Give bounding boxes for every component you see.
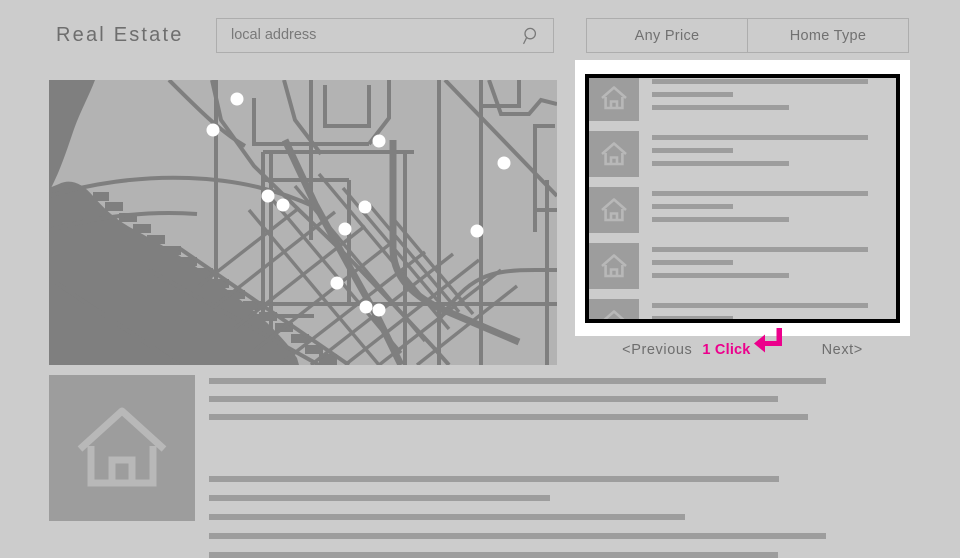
placeholder-bar — [652, 204, 733, 209]
map-marker[interactable] — [359, 300, 373, 314]
placeholder-bar — [652, 79, 868, 84]
return-arrow-icon — [752, 327, 786, 361]
placeholder-bar — [209, 476, 779, 482]
map-marker[interactable] — [470, 224, 484, 238]
placeholder-bar — [652, 260, 733, 265]
one-click-label: 1 Click — [702, 342, 751, 358]
house-icon — [603, 310, 625, 319]
listing-thumbnail — [589, 187, 639, 233]
previous-page-button[interactable]: <Previous — [622, 342, 692, 358]
placeholder-bar — [209, 414, 808, 420]
map-marker[interactable] — [358, 200, 372, 214]
filter-group: Any Price Home Type — [586, 18, 909, 53]
listing-thumbnail — [589, 78, 639, 121]
listing-text-placeholder — [652, 79, 892, 118]
listing-thumbnail — [589, 243, 639, 289]
placeholder-bar — [652, 316, 733, 319]
placeholder-bar — [652, 135, 868, 140]
next-page-button[interactable]: Next> — [822, 342, 863, 358]
listing-text-placeholder — [652, 247, 892, 286]
table-row[interactable] — [589, 299, 896, 319]
filter-home-type[interactable]: Home Type — [747, 18, 909, 53]
house-icon — [77, 407, 167, 487]
placeholder-bar — [209, 533, 826, 539]
listing-text-placeholder — [652, 135, 892, 174]
map-marker[interactable] — [330, 276, 344, 290]
placeholder-bar — [652, 161, 789, 166]
map-marker[interactable] — [261, 189, 275, 203]
placeholder-bar — [652, 92, 733, 97]
search-input[interactable] — [231, 19, 511, 52]
house-icon — [601, 198, 627, 222]
listing-thumbnail — [589, 131, 639, 177]
listing-text-placeholder — [652, 191, 892, 230]
placeholder-bar — [652, 247, 868, 252]
detail-thumbnail[interactable] — [49, 375, 195, 521]
table-row[interactable] — [589, 131, 896, 187]
listings-panel — [575, 60, 910, 336]
filter-any-price[interactable]: Any Price — [586, 18, 748, 53]
search-box[interactable] — [216, 18, 554, 53]
page-title: Real Estate — [56, 24, 184, 46]
house-icon — [601, 86, 627, 110]
map-marker[interactable] — [372, 134, 386, 148]
placeholder-bar — [209, 514, 685, 520]
placeholder-bar — [209, 396, 778, 402]
listings-highlight-frame — [585, 74, 900, 323]
placeholder-bar — [209, 552, 778, 558]
map-canvas — [49, 80, 557, 365]
house-icon — [601, 254, 627, 278]
map-marker[interactable] — [276, 198, 290, 212]
pagination: <Previous 1 Click Next> — [575, 328, 910, 362]
one-click-callout: 1 Click — [702, 328, 785, 361]
placeholder-bar — [209, 378, 826, 384]
map-marker[interactable] — [338, 222, 352, 236]
placeholder-bar — [209, 495, 550, 501]
map-marker[interactable] — [230, 92, 244, 106]
placeholder-bar — [652, 148, 733, 153]
listing-thumbnail — [589, 299, 639, 319]
search-icon[interactable] — [523, 27, 541, 45]
listings-scroll-area[interactable] — [589, 78, 896, 319]
placeholder-bar — [652, 105, 789, 110]
table-row[interactable] — [589, 78, 896, 131]
map-view[interactable] — [49, 80, 557, 365]
table-row[interactable] — [589, 243, 896, 299]
map-marker[interactable] — [497, 156, 511, 170]
map-marker[interactable] — [372, 303, 386, 317]
detail-text-placeholder — [209, 378, 849, 558]
house-icon — [601, 142, 627, 166]
placeholder-bar — [652, 191, 868, 196]
placeholder-bar — [652, 217, 789, 222]
table-row[interactable] — [589, 187, 896, 243]
map-marker[interactable] — [206, 123, 220, 137]
placeholder-bar — [652, 273, 789, 278]
placeholder-bar — [652, 303, 868, 308]
listing-text-placeholder — [652, 303, 892, 319]
